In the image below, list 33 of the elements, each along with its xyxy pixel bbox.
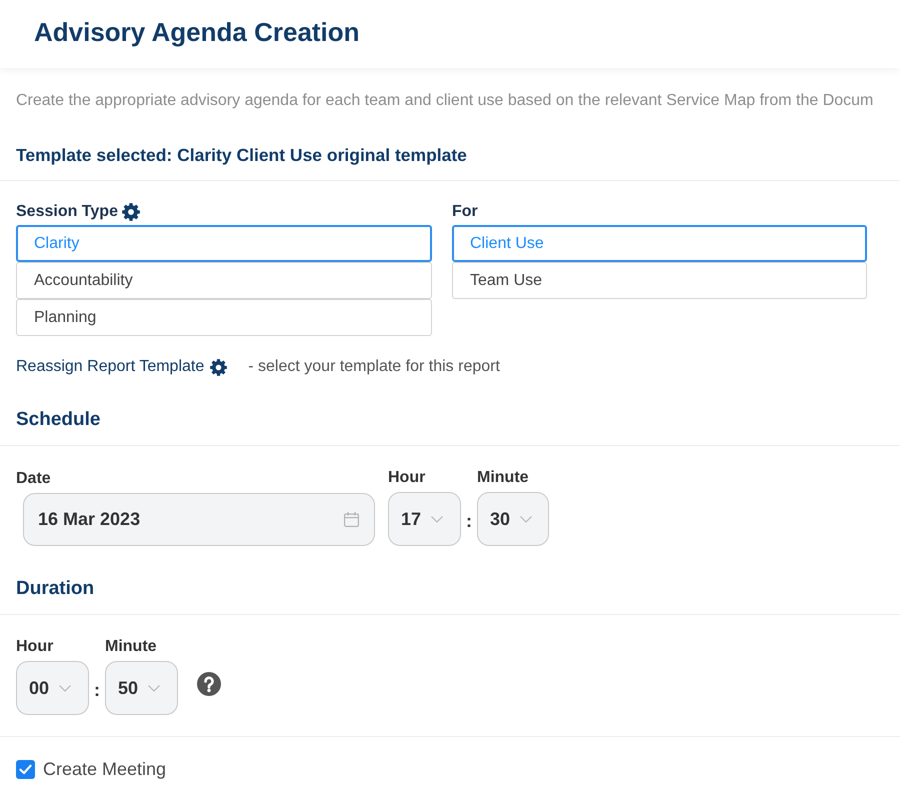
description-text: Create the appropriate advisory agenda for each team and client use based on the relevant Service Map from the Docum [16,92,874,109]
section-title: Template selected: Clarity Client Use original template [16,144,467,166]
list-option[interactable]: Planning [16,299,432,336]
minute-dropdown[interactable]: 30 [477,492,549,546]
checkbox[interactable] [16,760,35,778]
chevron-down-icon [520,516,532,522]
hour-dropdown[interactable]: 00 [16,661,89,715]
minute-dropdown[interactable]: 50 [105,661,178,715]
hour-dropdown[interactable]: 17 [388,492,461,546]
section-title: Schedule [16,409,100,431]
chevron-down-icon [148,684,160,692]
field-label: Date [16,469,51,489]
field-label: Hour [16,637,54,657]
page-title: Advisory Agenda Creation [34,16,360,48]
chevron-down-icon [431,516,444,522]
help-icon[interactable] [197,672,221,696]
checkbox-label[interactable]: Create Meeting [43,759,166,779]
time-separator: : [465,511,473,531]
list-option[interactable]: Team Use [452,262,867,299]
gear-icon[interactable] [210,358,228,376]
field-label: Session Type [16,203,118,221]
field-label: Minute [477,468,529,488]
field-label: Hour [388,468,426,488]
field-label: For [452,203,478,221]
chevron-down-icon [59,684,72,692]
date-field[interactable]: 16 Mar 2023 [23,493,375,546]
hint-text: - select your template for this report [248,357,500,377]
time-separator: : [93,680,101,700]
gear-icon[interactable] [122,203,140,221]
field-label: Minute [105,637,157,657]
reassign-template-link[interactable]: Reassign Report Template [16,357,204,377]
section-title: Duration [16,578,94,600]
list-option[interactable]: Accountability [16,262,432,299]
